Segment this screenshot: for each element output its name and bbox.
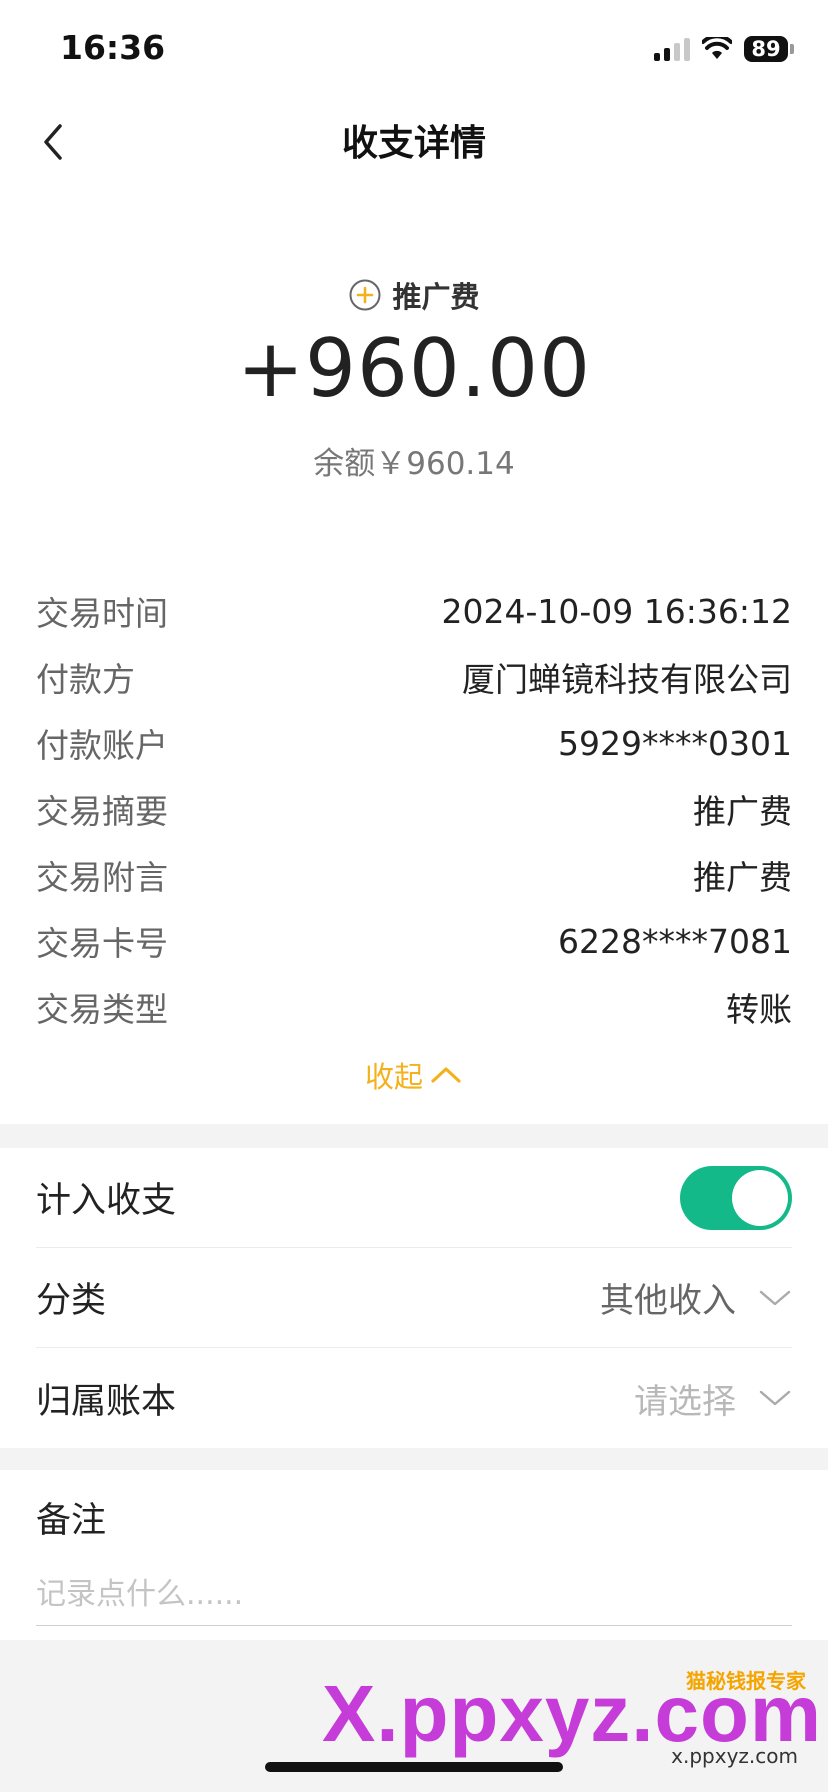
category-select[interactable]: 其他收入	[600, 1273, 792, 1322]
detail-label: 交易类型	[36, 990, 168, 1029]
settings-card: 计入收支 分类 其他收入 归属账本 请选择	[0, 1148, 828, 1448]
detail-label: 交易附言	[36, 858, 168, 897]
transaction-amount: +960.00	[237, 322, 591, 415]
detail-label: 付款账户	[36, 726, 168, 765]
battery-tip	[790, 44, 794, 54]
detail-row: 交易类型 转账	[36, 974, 792, 1040]
ledger-select-placeholder: 请选择	[634, 1381, 736, 1422]
detail-row: 交易附言 推广费	[36, 842, 792, 908]
battery-icon: 89	[744, 36, 788, 62]
detail-value: 2024-10-09 16:36:12	[441, 591, 792, 631]
toggle-knob	[732, 1169, 788, 1226]
chevron-down-icon	[759, 1390, 791, 1406]
category-select-row[interactable]: 分类 其他收入	[36, 1248, 792, 1348]
detail-value: 5929****0301	[558, 723, 792, 763]
status-time: 16:36	[60, 28, 166, 67]
detail-label: 交易时间	[36, 594, 168, 633]
collapse-button[interactable]: 收起	[0, 1054, 828, 1096]
detail-value: 推广费	[693, 792, 792, 831]
watermark-url: x.ppxyz.com	[671, 1744, 798, 1768]
page-title: 收支详情	[341, 123, 486, 164]
category-select-label: 分类	[36, 1281, 107, 1321]
note-card: 备注	[0, 1470, 828, 1640]
note-title: 备注	[36, 1501, 107, 1541]
collapse-label: 收起	[364, 1060, 423, 1094]
wifi-icon	[702, 37, 732, 59]
home-indicator[interactable]	[265, 1762, 563, 1772]
detail-list: 交易时间 2024-10-09 16:36:12 付款方 厦门蝉镜科技有限公司 …	[36, 578, 792, 1040]
include-in-stats-label: 计入收支	[36, 1181, 177, 1221]
category-label: 推广费	[392, 280, 480, 314]
detail-label: 交易卡号	[36, 924, 168, 963]
detail-value: 推广费	[693, 858, 792, 897]
detail-row: 交易摘要 推广费	[36, 776, 792, 842]
include-in-stats-toggle[interactable]	[680, 1165, 792, 1230]
detail-value: 6228****7081	[558, 921, 792, 961]
cellular-signal-icon	[654, 37, 690, 61]
ledger-select-row[interactable]: 归属账本 请选择	[36, 1348, 792, 1448]
note-input[interactable]	[36, 1564, 792, 1626]
detail-row: 付款方 厦门蝉镜科技有限公司	[36, 644, 792, 710]
ledger-select[interactable]: 请选择	[634, 1374, 792, 1423]
detail-row: 付款账户 5929****0301	[36, 710, 792, 776]
ledger-select-label: 归属账本	[36, 1381, 177, 1422]
chevron-down-icon	[759, 1290, 791, 1305]
detail-row: 交易卡号 6228****7081	[36, 908, 792, 974]
chevron-up-icon	[431, 1067, 461, 1083]
status-indicators: 89	[654, 34, 794, 64]
detail-label: 付款方	[36, 660, 135, 699]
include-in-stats-row: 计入收支	[36, 1148, 792, 1248]
detail-label: 交易摘要	[36, 792, 168, 831]
detail-row: 交易时间 2024-10-09 16:36:12	[36, 578, 792, 644]
transaction-detail-panel: 16:36 89 收支详情 推广费 +960.00 余额￥960.14 交易时间…	[0, 0, 828, 1124]
detail-value: 厦门蝉镜科技有限公司	[462, 660, 792, 699]
detail-value: 转账	[726, 990, 792, 1029]
category-row: 推广费	[0, 274, 828, 316]
plus-circle-icon	[349, 279, 381, 311]
category-select-value: 其他收入	[600, 1281, 736, 1321]
balance-text: 余额￥960.14	[313, 446, 515, 482]
